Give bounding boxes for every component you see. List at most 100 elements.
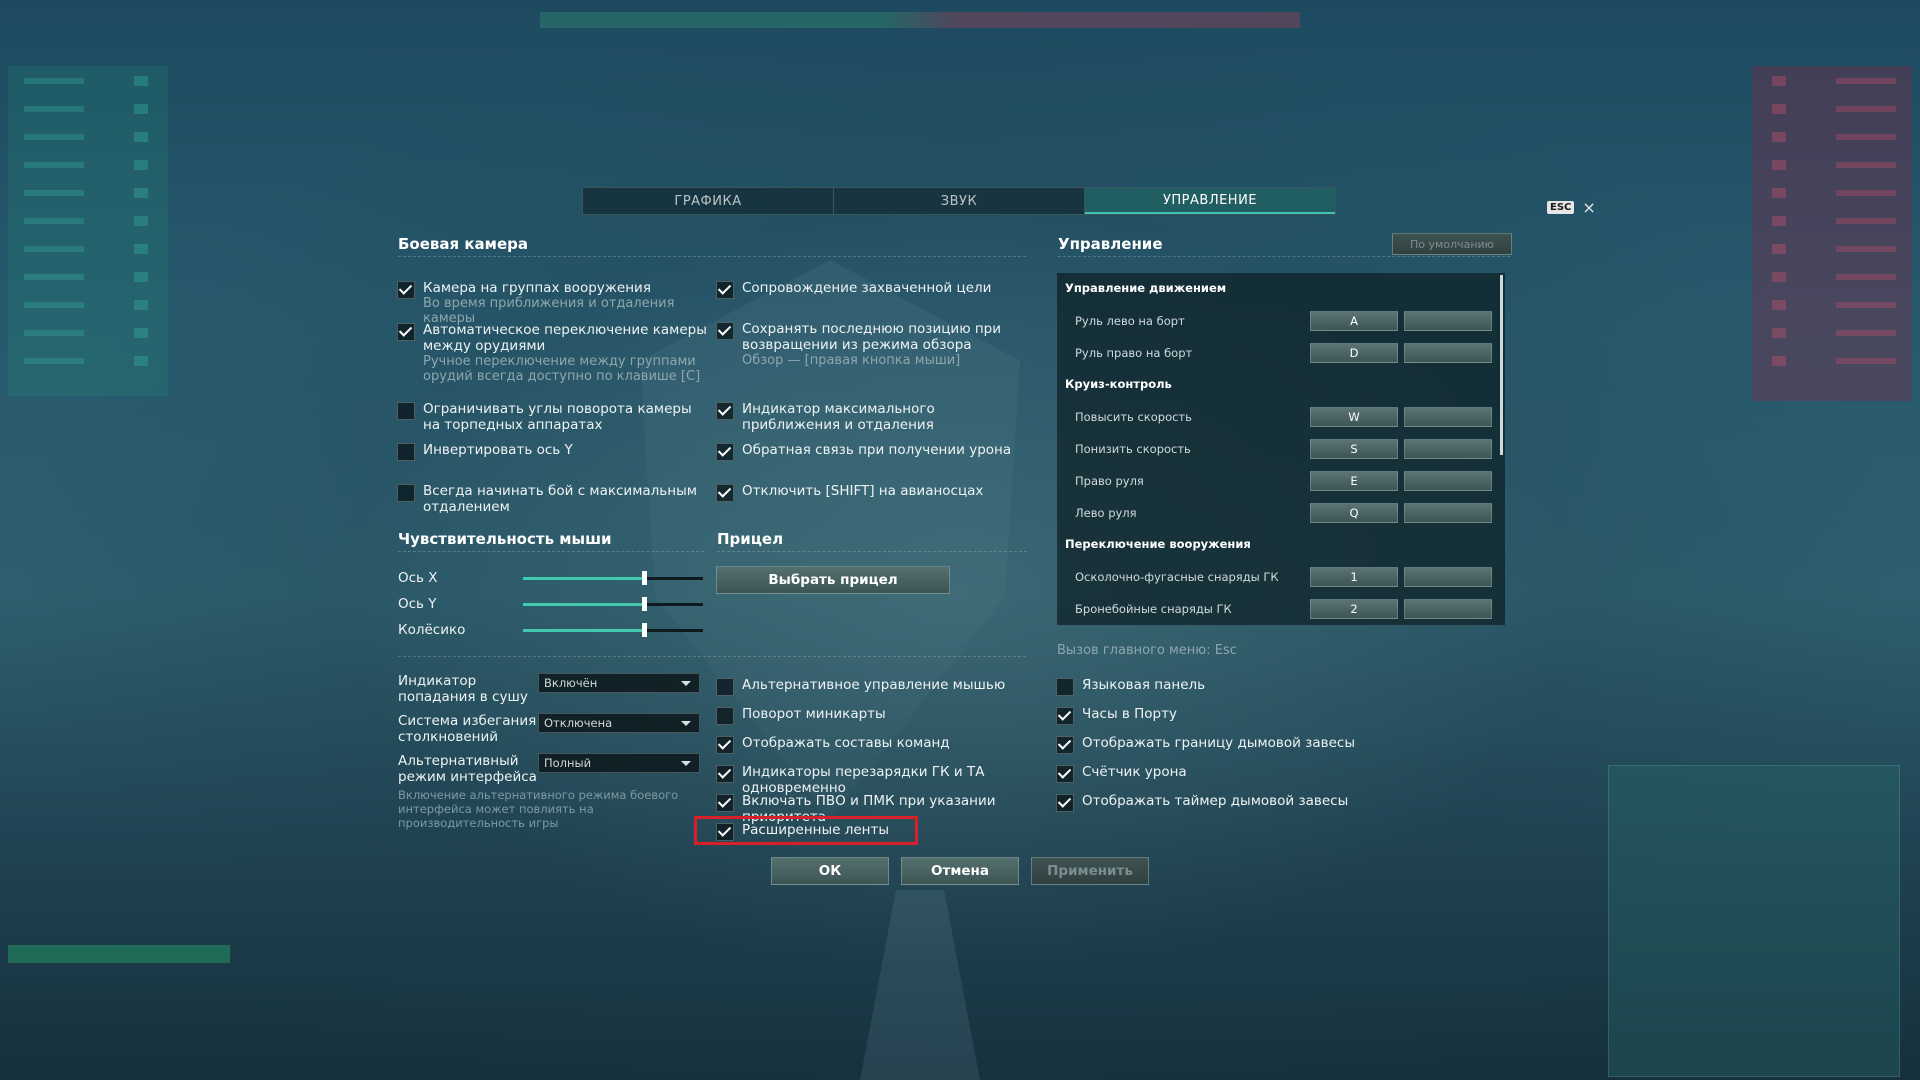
tab-graphics[interactable]: ГРАФИКА xyxy=(583,188,834,214)
secondary-key-button[interactable] xyxy=(1404,599,1492,619)
secondary-key-button[interactable] xyxy=(1404,503,1492,523)
checkbox[interactable] xyxy=(1056,765,1074,783)
slider-handle[interactable] xyxy=(641,622,647,637)
secondary-key-button[interactable] xyxy=(1404,471,1492,491)
checkbox[interactable] xyxy=(716,322,734,340)
option-language-bar[interactable]: Языковая панель xyxy=(1056,677,1386,696)
option-label: Альтернативное управление мышью xyxy=(742,677,1006,693)
tab-controls[interactable]: УПРАВЛЕНИЕ xyxy=(1085,188,1335,214)
primary-key-button[interactable]: 2 xyxy=(1310,599,1398,619)
option-limit-torpedo-camera[interactable]: Ограничивать углы поворота камеры на тор… xyxy=(397,401,707,433)
primary-key-button[interactable]: Q xyxy=(1310,503,1398,523)
checkbox[interactable] xyxy=(397,323,415,341)
slider-track[interactable] xyxy=(523,622,703,637)
main-menu-hint: Вызов главного меню: Esc xyxy=(1057,643,1237,658)
alt-interface-mode-select[interactable]: Полный xyxy=(538,753,700,773)
checkbox[interactable] xyxy=(716,281,734,299)
checkbox[interactable] xyxy=(716,443,734,461)
option-camera-weapon-groups[interactable]: Камера на группах вооружения Во время при… xyxy=(397,280,707,326)
hud-ally-list xyxy=(8,66,168,396)
reset-defaults-button[interactable]: По умолчанию xyxy=(1392,233,1512,255)
option-zoom-indicator[interactable]: Индикатор максимального приближения и от… xyxy=(716,401,1036,433)
primary-key-button[interactable]: S xyxy=(1310,439,1398,459)
option-minimap-rotation[interactable]: Поворот миникарты xyxy=(716,706,1046,725)
section-title-battle-camera: Боевая камера xyxy=(398,235,528,253)
keybinding-row: Понизить скорость S xyxy=(1057,439,1505,459)
land-hit-indicator-select[interactable]: Включён xyxy=(538,673,700,693)
checkbox[interactable] xyxy=(1056,794,1074,812)
secondary-key-button[interactable] xyxy=(1404,567,1492,587)
slider-track[interactable] xyxy=(523,596,703,611)
option-damage-feedback[interactable]: Обратная связь при получении урона xyxy=(716,442,1036,461)
primary-key-button[interactable]: A xyxy=(1310,311,1398,331)
checkbox[interactable] xyxy=(1056,736,1074,754)
slider-track[interactable] xyxy=(523,570,703,585)
option-save-last-position[interactable]: Сохранять последнюю позицию при возвраще… xyxy=(716,321,1036,368)
option-track-target[interactable]: Сопровождение захваченной цели xyxy=(716,280,1036,299)
cancel-button[interactable]: Отмена xyxy=(901,857,1019,885)
checkbox[interactable] xyxy=(716,707,734,725)
option-disable-shift-carriers[interactable]: Отключить [SHIFT] на авианосцах xyxy=(716,483,1036,502)
checkbox[interactable] xyxy=(716,765,734,783)
keybinding-row: Осколочно-фугасные снаряды ГК 1 xyxy=(1057,567,1505,587)
divider xyxy=(717,551,1027,552)
close-icon[interactable]: × xyxy=(1582,198,1595,217)
close-control[interactable]: ESC × xyxy=(1547,198,1596,217)
option-smoke-border[interactable]: Отображать границу дымовой завесы xyxy=(1056,735,1386,754)
option-damage-counter[interactable]: Счётчик урона xyxy=(1056,764,1386,783)
category-movement: Управление движением xyxy=(1065,281,1227,295)
checkbox[interactable] xyxy=(716,484,734,502)
option-invert-y[interactable]: Инвертировать ось Y xyxy=(397,442,707,461)
divider xyxy=(398,551,704,552)
secondary-key-button[interactable] xyxy=(1404,439,1492,459)
option-port-clock[interactable]: Часы в Порту xyxy=(1056,706,1386,725)
option-label: Индикатор максимального приближения и от… xyxy=(742,401,935,433)
checkbox[interactable] xyxy=(397,443,415,461)
slider-label: Ось Y xyxy=(398,596,437,612)
secondary-key-button[interactable] xyxy=(1404,407,1492,427)
checkbox[interactable] xyxy=(397,402,415,420)
checkbox[interactable] xyxy=(397,281,415,299)
checkbox[interactable] xyxy=(716,736,734,754)
secondary-key-button[interactable] xyxy=(1404,343,1492,363)
collision-avoidance-select[interactable]: Отключена xyxy=(538,713,700,733)
option-show-team-lists[interactable]: Отображать составы команд xyxy=(716,735,1046,754)
hud-health-bar xyxy=(8,945,230,963)
primary-key-button[interactable]: W xyxy=(1310,407,1398,427)
option-smoke-timer[interactable]: Отображать таймер дымовой завесы xyxy=(1056,793,1386,812)
apply-button[interactable]: Применить xyxy=(1031,857,1149,885)
option-label: Отображать таймер дымовой завесы xyxy=(1082,793,1349,809)
tab-sound[interactable]: ЗВУК xyxy=(834,188,1085,214)
checkbox[interactable] xyxy=(1056,678,1074,696)
keybinding-row: Руль лево на борт A xyxy=(1057,311,1505,331)
primary-key-button[interactable]: D xyxy=(1310,343,1398,363)
checkbox[interactable] xyxy=(1056,707,1074,725)
action-label: Лево руля xyxy=(1075,506,1137,520)
option-label: Отключить [SHIFT] на авианосцах xyxy=(742,483,984,499)
hud-ship-bar xyxy=(540,12,1300,28)
keybinding-scrollbar[interactable] xyxy=(1500,275,1503,455)
select-sight-button[interactable]: Выбрать прицел xyxy=(716,566,950,594)
keybinding-row: Повысить скорость W xyxy=(1057,407,1505,427)
checkbox[interactable] xyxy=(716,678,734,696)
action-label: Руль лево на борт xyxy=(1075,314,1185,328)
dropdown-row-collision: Система избегания столкновений Отключена xyxy=(398,713,700,745)
secondary-key-button[interactable] xyxy=(1404,311,1492,331)
option-label: Сопровождение захваченной цели xyxy=(742,280,992,296)
checkbox[interactable] xyxy=(716,402,734,420)
keybinding-row: Право руля E xyxy=(1057,471,1505,491)
slider-handle[interactable] xyxy=(641,570,647,585)
option-alt-mouse-control[interactable]: Альтернативное управление мышью xyxy=(716,677,1046,696)
alt-mode-note: Включение альтернативного режима боевого… xyxy=(398,788,679,830)
ok-button[interactable]: ОК xyxy=(771,857,889,885)
option-auto-camera-switch[interactable]: Автоматическое переключение камеры между… xyxy=(397,322,707,384)
primary-key-button[interactable]: 1 xyxy=(1310,567,1398,587)
checkbox[interactable] xyxy=(397,484,415,502)
checkbox[interactable] xyxy=(716,794,734,812)
option-label: Индикаторы перезарядки ГК и ТА одновреме… xyxy=(742,764,985,796)
action-label: Осколочно-фугасные снаряды ГК xyxy=(1075,570,1279,584)
slider-handle[interactable] xyxy=(641,596,647,611)
primary-key-button[interactable]: E xyxy=(1310,471,1398,491)
option-max-zoom-start[interactable]: Всегда начинать бой с максимальным отдал… xyxy=(397,483,707,515)
option-reload-indicators[interactable]: Индикаторы перезарядки ГК и ТА одновреме… xyxy=(716,764,1046,796)
